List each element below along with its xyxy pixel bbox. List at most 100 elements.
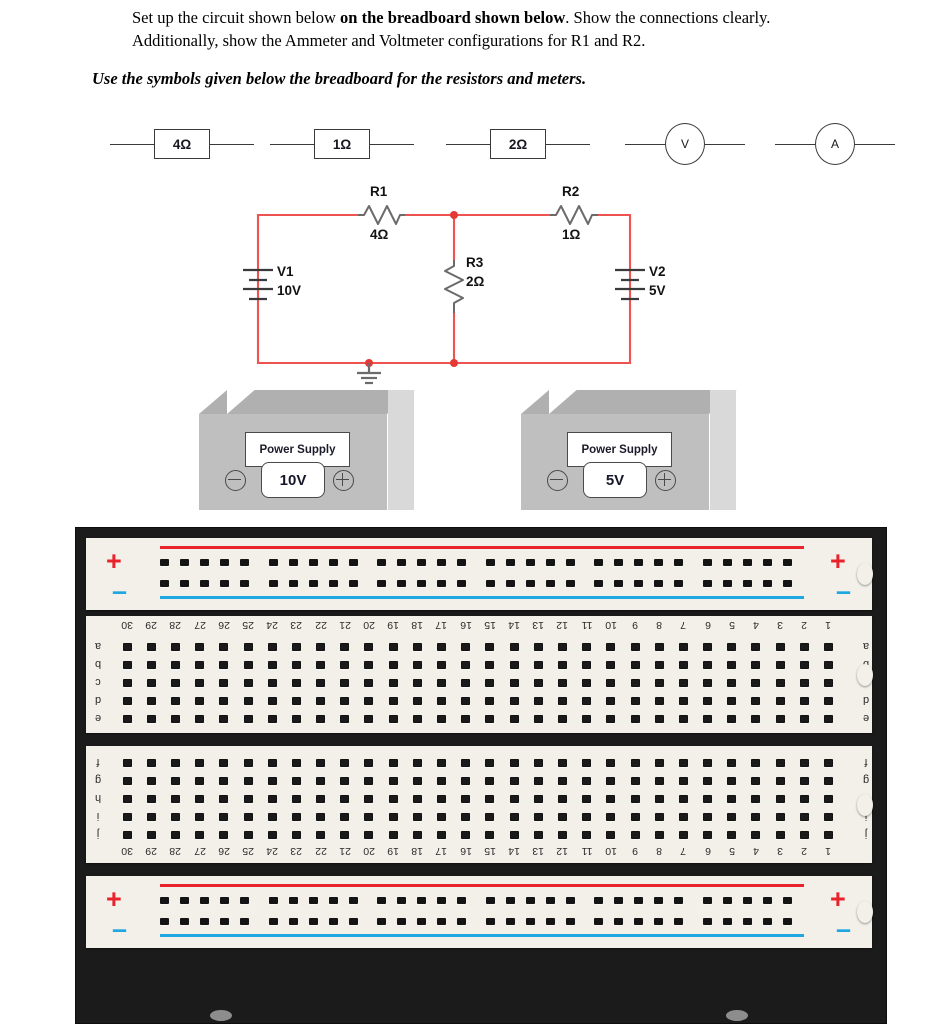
- terminal-hole[interactable]: [792, 777, 816, 785]
- terminal-hole-dot[interactable]: [654, 697, 664, 705]
- terminal-hole[interactable]: [599, 715, 623, 723]
- rail-hole[interactable]: [268, 580, 278, 587]
- terminal-hole-dot[interactable]: [291, 661, 301, 669]
- terminal-hole-dot[interactable]: [630, 697, 640, 705]
- terminal-hole[interactable]: [333, 697, 357, 705]
- terminal-hole-dot[interactable]: [219, 813, 229, 821]
- terminal-hole-dot[interactable]: [291, 715, 301, 723]
- terminal-hole-dot[interactable]: [557, 813, 567, 821]
- terminal-hole[interactable]: [502, 813, 526, 821]
- terminal-row-g[interactable]: [115, 772, 841, 790]
- rail-hole[interactable]: [634, 918, 643, 925]
- rail-holes-positive[interactable]: [160, 559, 806, 569]
- rail-hole[interactable]: [437, 918, 446, 925]
- terminal-hole-dot[interactable]: [267, 759, 277, 767]
- terminal-hole[interactable]: [575, 697, 599, 705]
- terminal-hole[interactable]: [333, 759, 357, 767]
- terminal-hole-dot[interactable]: [340, 715, 350, 723]
- terminal-hole[interactable]: [599, 661, 623, 669]
- terminal-hole[interactable]: [284, 777, 308, 785]
- terminal-hole-dot[interactable]: [630, 777, 640, 785]
- terminal-hole-dot[interactable]: [703, 759, 713, 767]
- terminal-hole-dot[interactable]: [824, 679, 834, 687]
- terminal-hole[interactable]: [381, 813, 405, 821]
- rail-hole-group[interactable]: [268, 918, 358, 928]
- terminal-hole[interactable]: [550, 759, 574, 767]
- terminal-hole-dot[interactable]: [364, 679, 374, 687]
- rail-hole-group[interactable]: [160, 897, 249, 907]
- terminal-hole[interactable]: [381, 777, 405, 785]
- rail-hole[interactable]: [457, 897, 466, 904]
- terminal-hole[interactable]: [550, 715, 574, 723]
- terminal-hole-dot[interactable]: [146, 813, 156, 821]
- terminal-hole[interactable]: [720, 777, 744, 785]
- terminal-hole[interactable]: [550, 813, 574, 821]
- terminal-hole-dot[interactable]: [557, 715, 567, 723]
- rail-hole[interactable]: [702, 559, 712, 566]
- rail-hole[interactable]: [505, 918, 515, 925]
- terminal-hole[interactable]: [163, 661, 187, 669]
- terminal-hole[interactable]: [550, 679, 574, 687]
- terminal-hole[interactable]: [744, 715, 768, 723]
- terminal-hole[interactable]: [309, 759, 333, 767]
- terminal-row-i[interactable]: [115, 808, 841, 826]
- terminal-hole-dot[interactable]: [751, 831, 761, 839]
- terminal-hole-dot[interactable]: [775, 697, 785, 705]
- terminal-hole-dot[interactable]: [412, 795, 422, 803]
- terminal-hole[interactable]: [575, 715, 599, 723]
- rail-hole[interactable]: [397, 918, 406, 925]
- terminal-hole-dot[interactable]: [799, 643, 809, 651]
- terminal-hole[interactable]: [236, 777, 260, 785]
- rail-hole[interactable]: [417, 918, 426, 925]
- terminal-hole-dot[interactable]: [340, 831, 350, 839]
- terminal-hole-dot[interactable]: [582, 643, 592, 651]
- terminal-hole-dot[interactable]: [243, 759, 253, 767]
- terminal-hole[interactable]: [236, 813, 260, 821]
- rail-hole[interactable]: [634, 559, 643, 566]
- terminal-hole-dot[interactable]: [122, 795, 132, 803]
- terminal-hole[interactable]: [429, 697, 453, 705]
- positive-terminal-icon[interactable]: [333, 470, 354, 491]
- terminal-hole[interactable]: [260, 831, 284, 839]
- terminal-hole-dot[interactable]: [340, 777, 350, 785]
- terminal-hole[interactable]: [502, 697, 526, 705]
- terminal-hole-dot[interactable]: [170, 759, 180, 767]
- terminal-hole[interactable]: [333, 679, 357, 687]
- terminal-hole-dot[interactable]: [824, 643, 834, 651]
- terminal-hole-dot[interactable]: [751, 795, 761, 803]
- terminal-hole-dot[interactable]: [533, 813, 543, 821]
- terminal-hole[interactable]: [550, 831, 574, 839]
- terminal-hole-dot[interactable]: [412, 813, 422, 821]
- bottom-power-rail[interactable]: + – + –: [86, 876, 873, 948]
- rail-hole[interactable]: [525, 559, 535, 566]
- rail-hole[interactable]: [485, 918, 495, 925]
- terminal-hole[interactable]: [599, 697, 623, 705]
- terminal-hole[interactable]: [139, 795, 163, 803]
- terminal-hole[interactable]: [236, 759, 260, 767]
- terminal-hole[interactable]: [188, 777, 212, 785]
- rail-holes-positive[interactable]: [160, 897, 806, 907]
- terminal-hole-dot[interactable]: [485, 697, 495, 705]
- terminal-hole[interactable]: [212, 795, 236, 803]
- terminal-hole-dot[interactable]: [485, 813, 495, 821]
- terminal-hole-dot[interactable]: [195, 697, 205, 705]
- terminal-hole-dot[interactable]: [195, 679, 205, 687]
- terminal-hole[interactable]: [696, 759, 720, 767]
- rail-hole[interactable]: [377, 918, 386, 925]
- rail-hole[interactable]: [328, 559, 338, 566]
- terminal-hole-dot[interactable]: [291, 777, 301, 785]
- terminal-hole-dot[interactable]: [727, 759, 737, 767]
- terminal-hole[interactable]: [623, 831, 647, 839]
- terminal-hole[interactable]: [260, 643, 284, 651]
- terminal-hole-dot[interactable]: [364, 777, 374, 785]
- terminal-hole[interactable]: [405, 813, 429, 821]
- terminal-hole[interactable]: [720, 715, 744, 723]
- terminal-hole-dot[interactable]: [291, 831, 301, 839]
- terminal-hole-dot[interactable]: [703, 831, 713, 839]
- terminal-hole[interactable]: [357, 715, 381, 723]
- terminal-hole-dot[interactable]: [533, 759, 543, 767]
- terminal-hole-dot[interactable]: [461, 715, 471, 723]
- positive-terminal-icon[interactable]: [655, 470, 676, 491]
- terminal-hole[interactable]: [405, 697, 429, 705]
- rail-hole[interactable]: [565, 897, 575, 904]
